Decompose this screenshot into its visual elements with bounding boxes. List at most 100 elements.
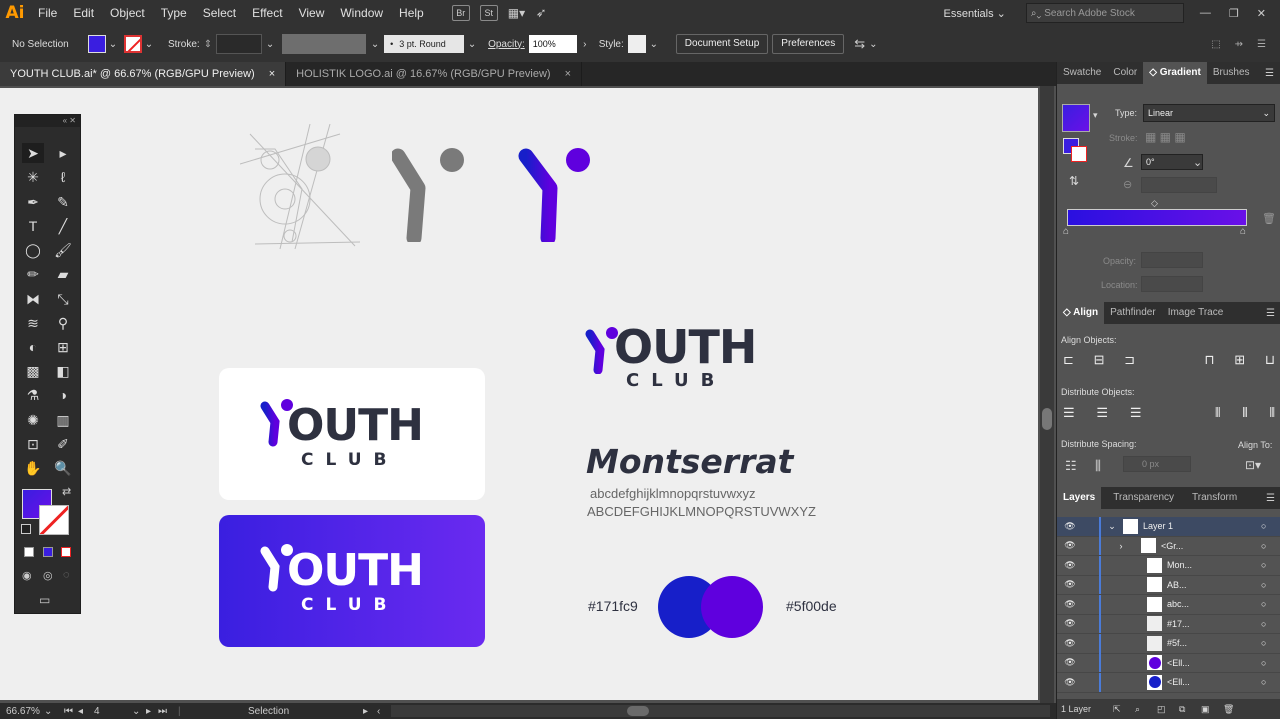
new-layer-icon[interactable]: ▣ bbox=[1201, 704, 1223, 715]
arrange-icon[interactable]: ⇆ bbox=[854, 36, 865, 52]
canvas-area[interactable]: OUTH CLUB OUTH CLUB OUTH CLUB Montserrat… bbox=[0, 86, 1056, 703]
delete-layer-icon[interactable]: 🗑 bbox=[1223, 704, 1245, 715]
color-mode-icon[interactable] bbox=[24, 547, 34, 557]
locate-object-icon[interactable]: ⌕ bbox=[1135, 704, 1157, 715]
align-bottom-icon[interactable]: ⊔ bbox=[1265, 352, 1275, 368]
chevron-down-icon[interactable]: ⌄ bbox=[262, 39, 278, 50]
chevron-down-icon[interactable]: ⌄ bbox=[1193, 156, 1202, 169]
chevron-down-icon[interactable]: ⌄ bbox=[44, 706, 64, 717]
prev-artboard-icon[interactable]: ◂ bbox=[78, 706, 94, 717]
minimize-icon[interactable]: — bbox=[1200, 7, 1211, 20]
target-icon[interactable]: ○ bbox=[1261, 658, 1280, 668]
first-artboard-icon[interactable]: ⏮ bbox=[64, 706, 78, 717]
document-setup-button[interactable]: Document Setup bbox=[675, 34, 769, 54]
close-icon[interactable]: ✕ bbox=[1257, 7, 1266, 20]
chevron-down-icon[interactable]: ⌄ bbox=[142, 39, 156, 50]
puppet-warp-icon[interactable]: ⚲ bbox=[52, 313, 74, 333]
construction-sketch[interactable] bbox=[240, 124, 370, 254]
chevron-down-icon[interactable]: ⌄ bbox=[869, 39, 877, 50]
artboard-tool-icon[interactable]: ⊡ bbox=[22, 434, 44, 454]
chevron-down-icon[interactable]: ⌄ bbox=[106, 39, 120, 50]
logo-card-white[interactable]: OUTH CLUB bbox=[219, 368, 485, 500]
status-menu-icon[interactable]: ▸ bbox=[363, 706, 377, 717]
menu-edit[interactable]: Edit bbox=[65, 0, 102, 26]
curvature-icon[interactable]: ✎ bbox=[52, 192, 74, 212]
chevron-down-icon[interactable]: ⌄ bbox=[464, 39, 480, 50]
target-icon[interactable]: ○ bbox=[1261, 580, 1280, 590]
eye-icon[interactable]: 👁 bbox=[1057, 560, 1083, 571]
chevron-right-icon[interactable]: › bbox=[1101, 541, 1141, 551]
panel-menu-icon[interactable]: ☰ bbox=[1266, 493, 1275, 504]
layer-row[interactable]: 👁 › <Gr... ○ bbox=[1057, 536, 1280, 556]
tab-align[interactable]: ◇ Align bbox=[1057, 302, 1105, 324]
layer-name[interactable]: Mon... bbox=[1167, 560, 1261, 570]
close-icon[interactable]: × bbox=[269, 68, 275, 80]
layer-name[interactable]: #17... bbox=[1167, 619, 1261, 629]
type-tool-icon[interactable]: T bbox=[22, 216, 44, 236]
gradient-stop-right-icon[interactable]: ⌂ bbox=[1240, 226, 1246, 237]
slice-icon[interactable]: ✐ bbox=[52, 434, 74, 454]
chevron-down-icon[interactable]: ▾ bbox=[1093, 110, 1098, 121]
ellipse-tool-icon[interactable]: ◯ bbox=[22, 240, 44, 260]
stroke-weight-input[interactable] bbox=[216, 34, 263, 54]
last-artboard-icon[interactable]: ⏭ bbox=[158, 706, 178, 717]
stroke-stepper[interactable]: ⇕ bbox=[204, 39, 212, 50]
target-icon[interactable]: ○ bbox=[1261, 541, 1280, 551]
perspective-grid-icon[interactable]: ⊞ bbox=[52, 337, 74, 357]
eye-icon[interactable]: 👁 bbox=[1057, 618, 1083, 629]
scroll-left-icon[interactable]: ‹ bbox=[377, 706, 391, 717]
hand-tool-icon[interactable]: ✋ bbox=[22, 458, 44, 478]
clipping-mask-icon[interactable]: ◰ bbox=[1157, 704, 1179, 715]
blend-icon[interactable]: ◑ bbox=[52, 385, 74, 405]
color2-label[interactable]: #5f00de bbox=[786, 598, 837, 614]
menu-view[interactable]: View bbox=[291, 0, 333, 26]
layer-name[interactable]: Layer 1 bbox=[1143, 521, 1261, 531]
menu-window[interactable]: Window bbox=[332, 0, 391, 26]
arrange-documents-icon[interactable]: ▦▾ bbox=[508, 6, 536, 20]
tab-image-trace[interactable]: Image Trace bbox=[1162, 302, 1230, 324]
menu-file[interactable]: File bbox=[30, 0, 65, 26]
lasso-icon[interactable]: ℓ bbox=[52, 167, 74, 187]
align-icon[interactable]: ⇸ bbox=[1235, 39, 1243, 50]
chevron-down-icon[interactable]: ⌄ bbox=[366, 39, 384, 50]
eraser-icon[interactable]: ▰ bbox=[52, 264, 74, 284]
tab-pathfinder[interactable]: Pathfinder bbox=[1104, 302, 1162, 324]
tab-holistik-logo[interactable]: HOLISTIK LOGO.ai @ 16.67% (RGB/GPU Previ… bbox=[286, 62, 583, 86]
dist-bottom-icon[interactable]: ☰ bbox=[1130, 405, 1142, 421]
eye-icon[interactable]: 👁 bbox=[1057, 657, 1083, 668]
draw-normal-icon[interactable]: ◉ bbox=[22, 569, 32, 582]
close-icon[interactable]: × bbox=[565, 68, 571, 80]
align-vcenter-icon[interactable]: ⊞ bbox=[1234, 352, 1245, 368]
align-to-select[interactable]: ⊡▾ bbox=[1245, 458, 1261, 472]
default-colors-icon[interactable] bbox=[21, 524, 31, 534]
graph-tool-icon[interactable]: ▥ bbox=[52, 410, 74, 430]
panel-menu-icon[interactable]: ☰ bbox=[1257, 39, 1266, 50]
layer-name[interactable]: <Ell... bbox=[1167, 658, 1261, 668]
gradient-mode-icon[interactable] bbox=[43, 547, 53, 557]
horizontal-scrollbar[interactable] bbox=[391, 705, 1050, 717]
gradient-stop-left-icon[interactable]: ⌂ bbox=[1063, 226, 1069, 237]
eye-icon[interactable]: 👁 bbox=[1057, 638, 1083, 649]
eye-icon[interactable]: 👁 bbox=[1057, 599, 1083, 610]
mesh-icon[interactable]: ▩ bbox=[22, 361, 44, 381]
draw-behind-icon[interactable]: ◎ bbox=[43, 569, 53, 582]
chevron-right-icon[interactable]: › bbox=[577, 39, 593, 50]
paintbrush-icon[interactable]: 🖌 bbox=[52, 240, 74, 260]
workspace-switcher[interactable]: Essentials ⌄ bbox=[943, 7, 1005, 20]
gradient-tool-icon[interactable]: ◧ bbox=[52, 361, 74, 381]
menu-help[interactable]: Help bbox=[391, 0, 432, 26]
none-mode-icon[interactable] bbox=[61, 547, 71, 557]
reverse-gradient-icon[interactable]: ⇅ bbox=[1069, 174, 1079, 188]
eye-icon[interactable]: 👁 bbox=[1057, 540, 1083, 551]
transform-icon[interactable]: ⬚ bbox=[1211, 39, 1220, 50]
layer-row[interactable]: 👁 AB... ○ bbox=[1057, 575, 1280, 595]
stroke-swatch[interactable] bbox=[124, 35, 142, 53]
color1-label[interactable]: #171fc9 bbox=[588, 598, 638, 614]
style-swatch[interactable] bbox=[627, 35, 646, 53]
variable-width-profile[interactable] bbox=[282, 34, 367, 54]
dist-vspace-icon[interactable]: ☷ bbox=[1065, 458, 1077, 474]
dist-top-icon[interactable]: ☰ bbox=[1063, 405, 1075, 421]
artboard[interactable]: OUTH CLUB OUTH CLUB OUTH CLUB Montserrat… bbox=[0, 88, 1038, 700]
stock-search[interactable]: ⌕⌄ Search Adobe Stock bbox=[1025, 3, 1184, 23]
tab-transparency[interactable]: Transparency bbox=[1107, 487, 1180, 509]
